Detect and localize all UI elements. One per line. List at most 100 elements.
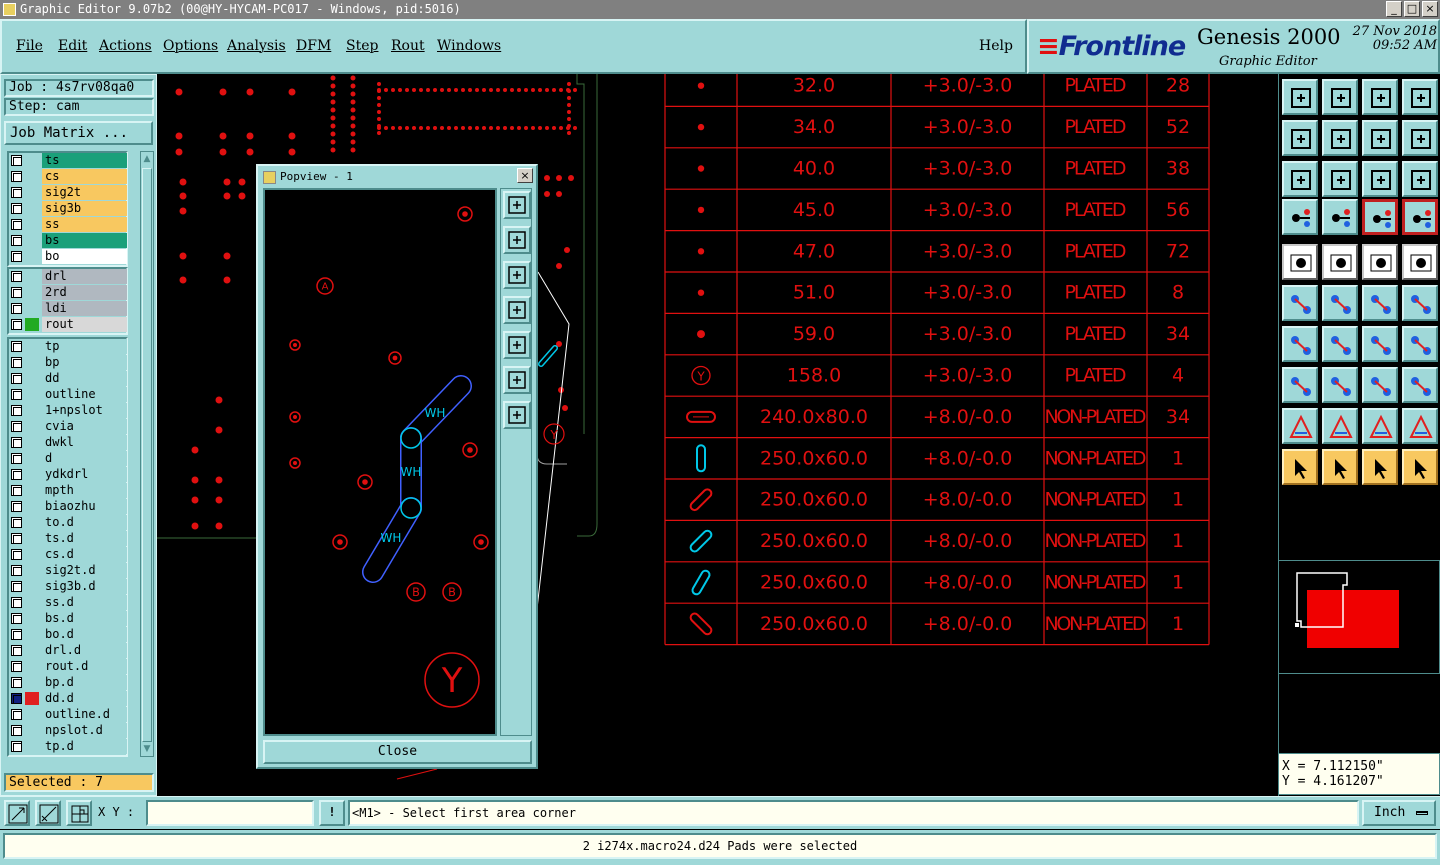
layer-row[interactable]: bp [8,355,127,370]
layer-checkbox[interactable] [11,341,22,352]
layer-checkbox[interactable] [11,219,22,230]
layer-row[interactable]: dwkl [8,435,127,450]
layer-checkbox[interactable] [11,271,22,282]
layer-affected-marker[interactable] [25,404,39,417]
pcb-b-button[interactable] [1322,408,1358,444]
layer-row[interactable]: cs [8,169,127,184]
layer-row[interactable]: sig3b [8,201,127,216]
layer-affected-marker[interactable] [25,234,39,247]
alert-button[interactable]: ! [319,800,345,826]
layer-checkbox[interactable] [11,741,22,752]
layer-affected-marker[interactable] [25,532,39,545]
menu-help[interactable]: Help [979,38,1013,54]
popview-zoom-in-button[interactable] [503,191,531,219]
help-query-button[interactable] [1402,161,1438,197]
layer-checkbox[interactable] [11,581,22,592]
shape-button[interactable] [1402,367,1438,403]
layer-affected-marker[interactable] [25,740,39,753]
layer-checkbox[interactable] [11,203,22,214]
layer-affected-marker[interactable] [25,676,39,689]
layer-checkbox[interactable] [11,319,22,330]
layer-checkbox[interactable] [11,661,22,672]
layer-row[interactable]: ss [8,217,127,232]
layer-row[interactable]: rout.d [8,659,127,674]
layer-row[interactable]: dd [8,371,127,386]
layer-row[interactable]: ldi [8,301,127,316]
layer-row[interactable]: drl.d [8,643,127,658]
layer-checkbox[interactable] [11,629,22,640]
arc-button[interactable] [1362,326,1398,362]
scroll-thumb[interactable] [142,168,152,742]
layer-row[interactable]: biaozhu [8,499,127,514]
layer-affected-marker[interactable] [25,302,39,315]
layer-affected-marker[interactable] [25,420,39,433]
pin-net-button[interactable] [1282,285,1318,321]
layer-row[interactable]: to.d [8,515,127,530]
layer-row[interactable]: outline.d [8,707,127,722]
line-draw-button[interactable] [1322,326,1358,362]
layer-checkbox[interactable] [11,469,22,480]
layer-checkbox[interactable] [11,677,22,688]
snap-button[interactable] [1402,120,1438,156]
layer-affected-marker[interactable] [25,218,39,231]
layer-row[interactable]: outline [8,387,127,402]
select-area-button[interactable] [1322,449,1358,485]
layer-affected-marker[interactable] [25,170,39,183]
layer-checkbox[interactable] [11,501,22,512]
layer-affected-marker[interactable] [25,580,39,593]
fit-all-button[interactable] [1282,161,1318,197]
layer-affected-marker[interactable] [25,318,39,331]
layer-affected-marker[interactable] [25,516,39,529]
layer-row[interactable]: 2rd [8,285,127,300]
layer-affected-marker[interactable] [25,452,39,465]
layer-checkbox[interactable] [11,597,22,608]
pan-left-button[interactable] [1282,120,1318,156]
layer-affected-marker[interactable] [25,270,39,283]
layer-row[interactable]: ts [8,153,127,168]
layer-row[interactable]: cvia [8,419,127,434]
layer-checkbox[interactable] [11,725,22,736]
layer-affected-marker[interactable] [25,596,39,609]
layer-affected-marker[interactable] [25,692,39,705]
layer-row[interactable]: drl [8,269,127,284]
menu-file[interactable]: File [16,38,43,54]
pan-right-button[interactable] [1322,120,1358,156]
layer-row[interactable]: sig3b.d [8,579,127,594]
add-line-button[interactable] [1322,244,1358,280]
layer-affected-marker[interactable] [25,286,39,299]
layer-checkbox[interactable] [11,171,22,182]
layer-checkbox[interactable] [11,453,22,464]
layer-checkbox[interactable] [11,533,22,544]
scroll-down-icon[interactable]: ▼ [142,743,152,755]
layer-checkbox[interactable] [11,645,22,656]
step-down-button[interactable] [1322,79,1358,115]
layer-affected-marker[interactable] [25,186,39,199]
layer-row[interactable]: 1+npslot [8,403,127,418]
layer-row[interactable]: d [8,451,127,466]
layer-checkbox[interactable] [11,565,22,576]
layer-row[interactable]: bs.d [8,611,127,626]
home-button[interactable] [1362,79,1398,115]
layer-checkbox[interactable] [11,287,22,298]
menu-edit[interactable]: Edit [58,38,87,54]
layer-affected-marker[interactable] [25,250,39,263]
layer-checkbox[interactable] [11,235,22,246]
angle-button[interactable] [1282,326,1318,362]
layer-row[interactable]: sig2t [8,185,127,200]
popview-up-button[interactable] [503,226,531,254]
layer-checkbox[interactable] [11,421,22,432]
menu-rout[interactable]: Rout [391,38,425,54]
feature-info-button[interactable] [1282,367,1318,403]
zoom-area-button[interactable] [4,800,30,826]
layer-checkbox[interactable] [11,549,22,560]
split-view-button[interactable] [1402,79,1438,115]
layer-row[interactable]: dd.d [8,691,127,706]
menu-actions[interactable]: Actions [99,38,152,54]
close-icon[interactable]: × [1422,1,1438,17]
menu-options[interactable]: Options [163,38,218,54]
popview-canvas[interactable]: A B B Y WH WH WH [263,188,497,736]
layer-row[interactable]: cs.d [8,547,127,562]
select-button[interactable] [1282,449,1318,485]
layer-affected-marker[interactable] [25,628,39,641]
popview-center-button[interactable] [503,401,531,429]
